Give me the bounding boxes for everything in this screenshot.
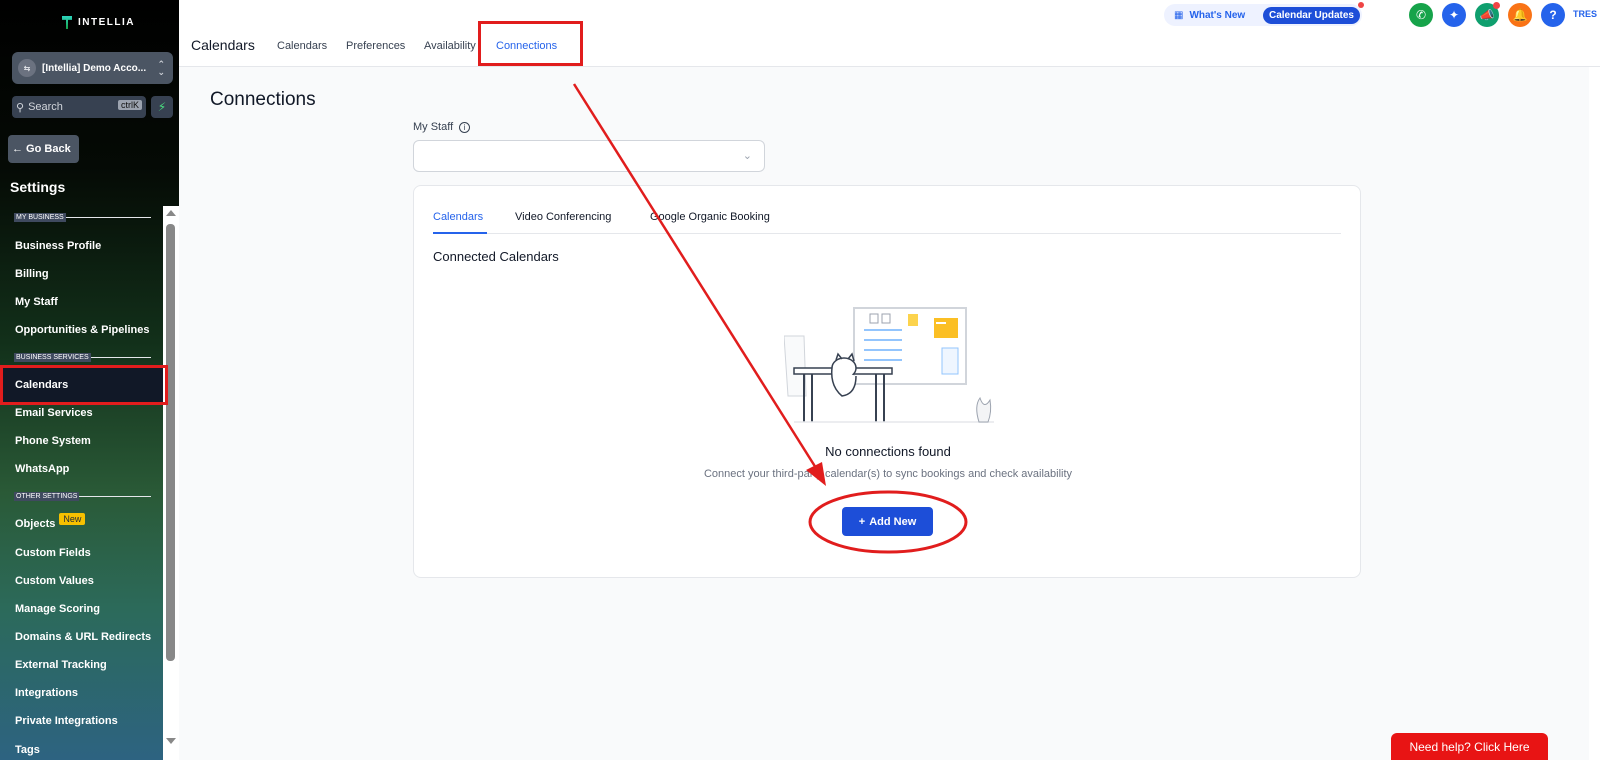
sidebar-item-email-services[interactable]: Email Services [15,407,93,419]
tab-calendars[interactable]: Calendars [277,40,327,52]
sidebar-item-business-profile[interactable]: Business Profile [15,240,101,252]
connections-title: Connections [210,89,316,110]
calendar-icon: ▦ [1174,9,1184,21]
info-icon[interactable]: i [459,121,471,133]
annotation-box-calendars [0,365,168,405]
new-badge: New [59,513,86,525]
sidebar-scrollbar[interactable] [163,206,179,760]
connections-card: Calendars Video Conferencing Google Orga… [413,185,1361,578]
sidebar-item-whatsapp[interactable]: WhatsApp [15,463,69,475]
empty-state-title: No connections found [825,444,951,459]
chevron-down-icon: ⌄ [742,150,752,162]
tab-divider [433,233,1341,234]
scroll-down-icon[interactable] [166,738,176,744]
sidebar-item-phone-system[interactable]: Phone System [15,435,91,447]
sidebar-item-private-integrations[interactable]: Private Integrations [15,715,118,727]
annotation-box-connections [478,21,583,66]
top-bar: Calendars Calendars Preferences Availabi… [179,0,1600,67]
empty-state-illustration [784,307,994,423]
magic-wand-icon[interactable]: ✦ [1442,3,1466,27]
user-initials[interactable]: TRES [1573,9,1597,19]
active-tab-indicator [433,232,487,234]
sidebar-item-manage-scoring[interactable]: Manage Scoring [15,603,100,615]
plus-icon: + [858,515,866,528]
settings-title: Settings [10,179,66,195]
account-name: [Intellia] Demo Acco... [42,62,147,74]
sidebar-search[interactable]: ⚲ Search ctrlK [12,96,146,118]
logo-mark-icon [62,16,72,29]
scroll-up-icon[interactable] [166,210,176,216]
sidebar-item-integrations[interactable]: Integrations [15,687,78,699]
sidebar-item-custom-fields[interactable]: Custom Fields [15,547,91,559]
tab-google-organic-booking[interactable]: Google Organic Booking [650,211,770,223]
empty-state-subtitle: Connect your third-party calendar(s) to … [703,468,1073,480]
chevron-updown-icon: ⌃ ⌄ [157,59,165,77]
sidebar-item-opportunities[interactable]: Opportunities & Pipelines [15,324,149,336]
sidebar-item-external-tracking[interactable]: External Tracking [15,659,107,671]
bell-icon[interactable]: 🔔 [1508,3,1532,27]
need-help-button[interactable]: Need help? Click Here [1391,733,1548,760]
my-staff-text: My Staff [413,121,454,133]
whats-new-banner[interactable]: ▦ What's New Calendar Updates [1164,2,1364,26]
lightning-icon[interactable]: ⚡ [151,96,173,118]
brand-name: INTELLIA [78,17,135,28]
section-other-settings: OTHER SETTINGS [14,491,151,501]
my-staff-select[interactable]: ⌄ [413,140,765,172]
tab-video-conferencing[interactable]: Video Conferencing [515,211,611,223]
sidebar-item-billing[interactable]: Billing [15,268,49,280]
page-title: Calendars [191,37,255,53]
megaphone-icon[interactable]: 📣 [1475,2,1500,27]
search-placeholder: Search [28,101,63,113]
sidebar-item-domains[interactable]: Domains & URL Redirects [15,631,151,643]
section-business-services: BUSINESS SERVICES [14,352,151,362]
sidebar-item-my-staff[interactable]: My Staff [15,296,58,308]
notification-dot [1358,2,1364,8]
account-switcher[interactable]: ⇆ [Intellia] Demo Acco... ⌃ ⌄ [12,52,173,84]
sidebar-item-custom-values[interactable]: Custom Values [15,575,94,587]
sidebar-item-label: Objects [15,518,56,530]
search-icon: ⚲ [16,101,25,114]
add-new-button[interactable]: + Add New [842,507,933,536]
add-new-label: Add New [869,515,917,528]
account-icon: ⇆ [18,59,36,77]
brand-logo: INTELLIA [62,16,135,29]
go-back-button[interactable]: ← Go Back [8,135,79,163]
calendar-updates-pill[interactable]: Calendar Updates [1262,6,1360,24]
my-staff-label: My Staff i [413,121,471,133]
help-icon[interactable]: ? [1541,3,1565,27]
sidebar-item-tags[interactable]: Tags [15,744,40,756]
tab-card-calendars[interactable]: Calendars [433,211,483,223]
whats-new-label: What's New [1189,9,1246,21]
tab-availability[interactable]: Availability [424,40,476,52]
search-shortcut: ctrlK [118,100,142,110]
section-my-business: MY BUSINESS [14,212,151,222]
sidebar-item-objects[interactable]: Objects New [15,513,86,530]
scrollbar-thumb[interactable] [166,224,175,661]
tab-preferences[interactable]: Preferences [346,40,405,52]
phone-icon[interactable]: ✆ [1409,3,1433,27]
connected-calendars-title: Connected Calendars [433,249,559,264]
page-scrollbar[interactable] [1589,67,1600,760]
